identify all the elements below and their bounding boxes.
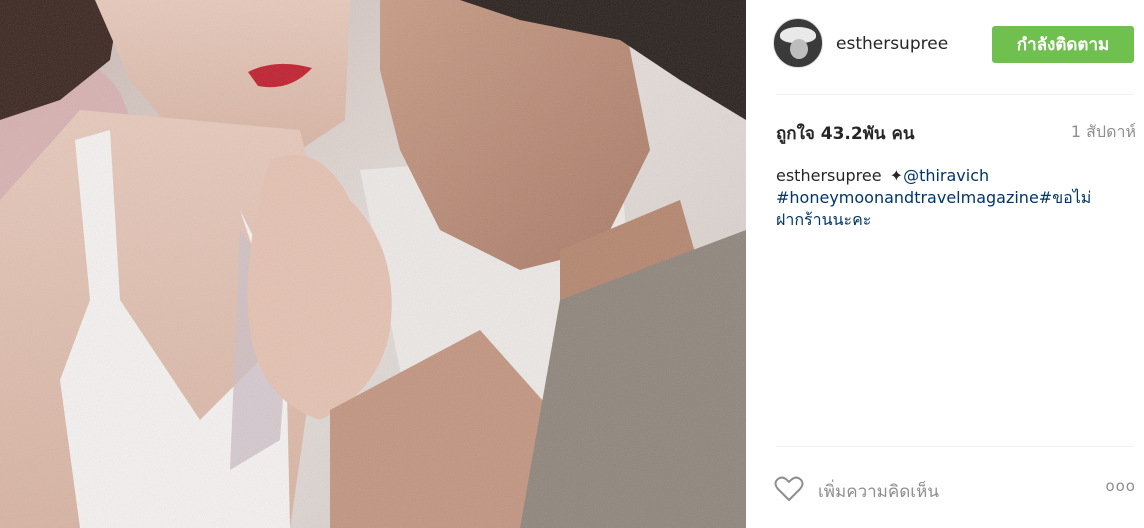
post-photo[interactable] [0,0,746,528]
caption-username[interactable]: esthersupree [776,166,882,185]
post-sidebar: esthersupree กำลังติดตาม ถูกใจ 43.2พัน ค… [746,0,1144,528]
more-options-icon[interactable]: ooo [1105,477,1136,495]
avatar-face-shape [790,39,808,59]
avatar[interactable] [773,18,823,68]
post-image [0,0,746,528]
header-divider [776,94,1134,95]
caption: esthersupree ✦@thiravich #honeymoonandtr… [776,165,1116,245]
add-comment-input[interactable]: เพิ่มความคิดเห็น [818,478,939,505]
caption-mention[interactable]: @thiravich [903,166,989,185]
post-timestamp[interactable]: 1 สัปดาห์ [1071,120,1136,145]
footer-divider [776,446,1134,447]
following-button[interactable]: กำลังติดตาม [992,26,1134,63]
caption-hashtag-main[interactable]: #honeymoonandtravelmagazine [776,188,1039,207]
post-header: esthersupree กำลังติดตาม [746,0,1144,94]
heart-outline-icon[interactable] [774,476,804,502]
likes-count[interactable]: ถูกใจ 43.2พัน คน [776,120,914,147]
sparkle-icon: ✦ [889,166,904,185]
username-link[interactable]: esthersupree [836,34,948,54]
